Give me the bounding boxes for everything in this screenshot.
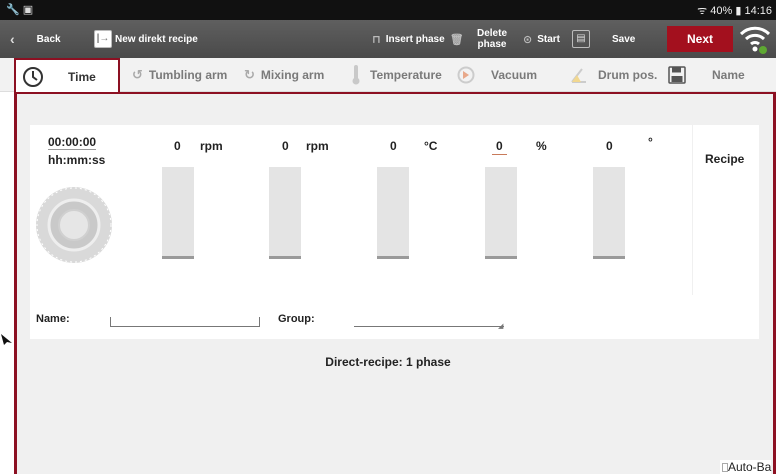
group-label: Group:: [278, 313, 315, 325]
phase-info: Direct-recipe: 1 phase: [325, 355, 451, 369]
time-value[interactable]: 00:00:00: [48, 135, 97, 150]
drum-angle-icon: [570, 66, 588, 84]
temperature-unit: °C: [424, 139, 438, 153]
chevron-left-icon: ‹: [10, 31, 15, 47]
vacuum-value[interactable]: 0: [492, 139, 507, 155]
wifi-icon: [738, 22, 772, 59]
tab-time[interactable]: Time: [14, 58, 120, 93]
mixing-arm-icon: ↻: [244, 67, 255, 82]
play-icon: ⊙: [523, 33, 533, 46]
tab-vacuum-label: Vacuum: [491, 68, 538, 82]
dropdown-corner-icon: ◢: [498, 323, 504, 330]
mixing-value[interactable]: 0: [282, 139, 289, 153]
name-row: Name: Group: ◢: [30, 295, 759, 339]
thermometer-icon: [352, 65, 360, 85]
signal-icon: ᯤ: [697, 5, 711, 17]
save-button[interactable]: ▤ Save: [572, 20, 635, 58]
insert-phase-label: Insert phase: [385, 33, 445, 45]
tab-bar: Time ↺ Tumbling arm ↻ Mixing arm Tempera…: [0, 58, 776, 93]
delete-phase-button[interactable]: Delete phase: [477, 20, 507, 58]
save-label: Save: [612, 33, 636, 45]
tab-mixing-arm-label: Mixing arm: [260, 68, 325, 82]
tab-drum-pos-label: Drum pos.: [598, 68, 658, 82]
recipe-panel[interactable]: Recipe: [693, 125, 759, 295]
auto-bar-label: Auto-Ba: [728, 460, 772, 474]
rotation-dial-icon: [34, 185, 114, 268]
name-label: Name:: [36, 313, 70, 325]
mixing-unit: rpm: [306, 139, 329, 153]
temperature-bar[interactable]: [377, 167, 409, 259]
tab-vacuum[interactable]: Vacuum: [457, 58, 537, 92]
floppy-disk-icon: ▤: [572, 30, 590, 48]
back-button[interactable]: ‹ Back: [10, 20, 61, 58]
status-bar: 🔧 ▣ ᯤ 40% ▮ 14:16: [0, 0, 776, 20]
mouse-pointer-icon: [0, 330, 14, 349]
time-format: hh:mm:ss: [48, 153, 106, 167]
temperature-value[interactable]: 0: [390, 139, 397, 153]
status-icons: 🔧 ▣: [6, 4, 34, 16]
vacuum-bar[interactable]: [485, 167, 517, 259]
drum-unit: °: [648, 135, 653, 149]
floppy-disk-icon: [668, 66, 686, 84]
tab-name-label: Name: [712, 68, 745, 82]
mixing-bar[interactable]: [269, 167, 301, 259]
start-button[interactable]: ⊙ Start: [518, 20, 560, 58]
trash-icon: 🗑: [449, 33, 464, 46]
recipe-title: |→ New direkt recipe: [94, 20, 198, 58]
tumbling-arm-icon: ↺: [132, 67, 143, 82]
auto-bar-checkbox[interactable]: Auto-Ba: [720, 460, 772, 474]
drum-value[interactable]: 0: [606, 139, 613, 153]
tab-drum-pos[interactable]: Drum pos.: [570, 58, 657, 92]
tumbling-value[interactable]: 0: [174, 139, 181, 153]
tab-name[interactable]: Name: [668, 58, 745, 92]
clock: 14:16: [744, 5, 772, 17]
insert-phase-icon: ⊓: [372, 33, 381, 46]
drum-bar[interactable]: [593, 167, 625, 259]
toolbar: ‹ Back |→ New direkt recipe ⊓ Insert pha…: [0, 20, 776, 58]
delete-phase-label-1: Delete: [477, 28, 508, 39]
tab-mixing-arm[interactable]: ↻ Mixing arm: [244, 58, 324, 92]
tab-temperature[interactable]: Temperature: [352, 58, 442, 92]
gauge-panel: 00:00:00 hh:mm:ss 0 rpm 0 rpm 0 °C 0 % 0…: [30, 125, 692, 295]
recipe-label: Recipe: [705, 152, 745, 166]
tab-tumbling-arm[interactable]: ↺ Tumbling arm: [132, 58, 227, 92]
tab-tumbling-arm-label: Tumbling arm: [148, 68, 228, 82]
clock-icon: [22, 66, 44, 88]
back-label: Back: [36, 33, 61, 45]
tab-time-label: Time: [68, 69, 96, 84]
group-select[interactable]: [354, 317, 504, 327]
start-label: Start: [537, 33, 561, 45]
insert-phase-button[interactable]: ⊓ Insert phase 🗑: [367, 20, 469, 58]
vacuum-unit: %: [536, 139, 547, 153]
battery-level: 40%: [710, 5, 733, 17]
recipe-arrow-icon: |→: [94, 30, 112, 48]
delete-phase-label-2: phase: [477, 39, 507, 50]
tab-temperature-label: Temperature: [370, 68, 442, 82]
vacuum-icon: [457, 66, 475, 84]
tumbling-unit: rpm: [200, 139, 223, 153]
next-button[interactable]: Next: [667, 26, 733, 52]
status-right: ᯤ 40% ▮ 14:16: [697, 3, 772, 18]
tumbling-bar[interactable]: [162, 167, 194, 259]
recipe-title-text: New direkt recipe: [115, 33, 198, 45]
name-field[interactable]: [110, 317, 260, 327]
